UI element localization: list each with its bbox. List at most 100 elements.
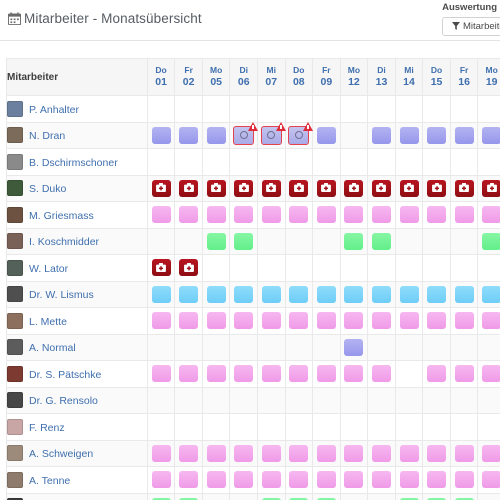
pink-shift-chip[interactable] — [454, 365, 474, 383]
schedule-cell[interactable] — [229, 121, 259, 149]
schedule-cell[interactable] — [174, 201, 203, 229]
schedule-cell[interactable] — [174, 413, 203, 441]
schedule-cell[interactable] — [449, 360, 479, 388]
pink-shift-chip[interactable] — [179, 312, 199, 330]
schedule-cell[interactable] — [339, 95, 369, 123]
purple-shift-chip[interactable] — [151, 126, 171, 144]
schedule-cell[interactable] — [146, 466, 176, 494]
sick-leave-chip[interactable] — [482, 179, 500, 197]
schedule-cell[interactable] — [284, 439, 314, 467]
sick-leave-chip[interactable] — [371, 179, 391, 197]
schedule-cell[interactable] — [339, 307, 369, 335]
schedule-cell[interactable] — [367, 95, 396, 123]
schedule-cell[interactable] — [284, 174, 314, 202]
schedule-cell[interactable] — [229, 95, 258, 123]
pink-shift-chip[interactable] — [289, 444, 309, 462]
sick-leave-chip[interactable] — [289, 179, 309, 197]
schedule-cell[interactable] — [229, 492, 258, 500]
cyan-shift-chip[interactable] — [261, 285, 281, 303]
schedule-cell[interactable] — [477, 360, 500, 388]
schedule-cell[interactable] — [422, 413, 451, 441]
schedule-cell[interactable] — [229, 201, 258, 229]
schedule-cell[interactable] — [284, 492, 314, 500]
schedule-cell[interactable] — [284, 227, 314, 255]
sick-leave-chip[interactable] — [151, 179, 171, 197]
schedule-cell[interactable] — [229, 333, 258, 361]
sick-leave-chip[interactable] — [454, 179, 474, 197]
schedule-cell[interactable] — [257, 466, 286, 494]
schedule-cell[interactable] — [229, 148, 258, 176]
schedule-cell[interactable] — [449, 466, 479, 494]
schedule-cell[interactable] — [201, 360, 231, 388]
pink-shift-chip[interactable] — [427, 365, 447, 383]
schedule-cell[interactable] — [146, 386, 176, 414]
schedule-cell[interactable] — [146, 121, 176, 149]
pink-shift-chip[interactable] — [316, 365, 336, 383]
pink-shift-chip[interactable] — [289, 206, 309, 224]
schedule-cell[interactable] — [367, 148, 396, 176]
cyan-shift-chip[interactable] — [316, 285, 336, 303]
schedule-cell[interactable] — [449, 439, 479, 467]
pink-shift-chip[interactable] — [234, 365, 254, 383]
schedule-cell[interactable] — [367, 386, 396, 414]
schedule-cell[interactable] — [174, 307, 203, 335]
sick-leave-chip[interactable] — [151, 259, 171, 277]
pink-shift-chip[interactable] — [151, 312, 171, 330]
pink-shift-chip[interactable] — [427, 471, 447, 489]
schedule-cell[interactable] — [312, 492, 341, 500]
schedule-cell[interactable] — [367, 121, 396, 149]
pink-shift-chip[interactable] — [261, 206, 281, 224]
schedule-cell[interactable] — [174, 492, 203, 500]
schedule-cell[interactable] — [284, 280, 314, 308]
schedule-cell[interactable] — [229, 413, 258, 441]
pink-shift-chip[interactable] — [482, 444, 500, 462]
schedule-cell[interactable] — [146, 174, 176, 202]
schedule-cell[interactable] — [257, 360, 286, 388]
schedule-cell[interactable] — [367, 492, 396, 500]
sick-leave-chip[interactable] — [179, 179, 199, 197]
schedule-cell[interactable] — [312, 466, 341, 494]
schedule-cell[interactable] — [449, 148, 479, 176]
pink-shift-chip[interactable] — [344, 444, 364, 462]
schedule-cell[interactable] — [201, 333, 231, 361]
schedule-cell[interactable] — [312, 439, 341, 467]
pink-shift-chip[interactable] — [454, 444, 474, 462]
sick-leave-chip[interactable] — [427, 179, 447, 197]
sick-leave-chip[interactable] — [344, 179, 364, 197]
schedule-cell[interactable] — [284, 254, 314, 282]
pink-shift-chip[interactable] — [261, 365, 281, 383]
pink-shift-chip[interactable] — [344, 365, 364, 383]
schedule-cell[interactable] — [174, 280, 203, 308]
pink-shift-chip[interactable] — [454, 312, 474, 330]
schedule-cell[interactable] — [394, 413, 424, 441]
schedule-cell[interactable] — [339, 174, 369, 202]
schedule-cell[interactable] — [257, 254, 286, 282]
schedule-cell[interactable] — [449, 307, 479, 335]
schedule-cell[interactable] — [422, 466, 451, 494]
schedule-cell[interactable] — [422, 360, 451, 388]
cyan-shift-chip[interactable] — [179, 285, 199, 303]
conflict-chip[interactable] — [260, 121, 286, 145]
schedule-cell[interactable] — [312, 227, 341, 255]
schedule-cell[interactable] — [201, 280, 231, 308]
schedule-cell[interactable] — [422, 201, 451, 229]
employee-name-link[interactable]: A. Normal — [29, 342, 76, 354]
cyan-shift-chip[interactable] — [427, 285, 447, 303]
pink-shift-chip[interactable] — [482, 365, 500, 383]
schedule-cell[interactable] — [394, 227, 424, 255]
pink-shift-chip[interactable] — [482, 471, 500, 489]
pink-shift-chip[interactable] — [371, 444, 391, 462]
schedule-cell[interactable] — [312, 333, 341, 361]
green-shift-chip[interactable] — [206, 232, 226, 250]
schedule-cell[interactable] — [201, 492, 231, 500]
pink-shift-chip[interactable] — [427, 312, 447, 330]
schedule-cell[interactable] — [257, 333, 286, 361]
schedule-cell[interactable] — [394, 254, 424, 282]
schedule-cell[interactable] — [284, 201, 314, 229]
employee-name-link[interactable]: N. Dran — [29, 130, 65, 142]
employee-name-link[interactable]: A. Schweigen — [29, 448, 93, 460]
pink-shift-chip[interactable] — [261, 312, 281, 330]
schedule-cell[interactable] — [174, 333, 203, 361]
pink-shift-chip[interactable] — [454, 206, 474, 224]
schedule-cell[interactable] — [339, 227, 369, 255]
